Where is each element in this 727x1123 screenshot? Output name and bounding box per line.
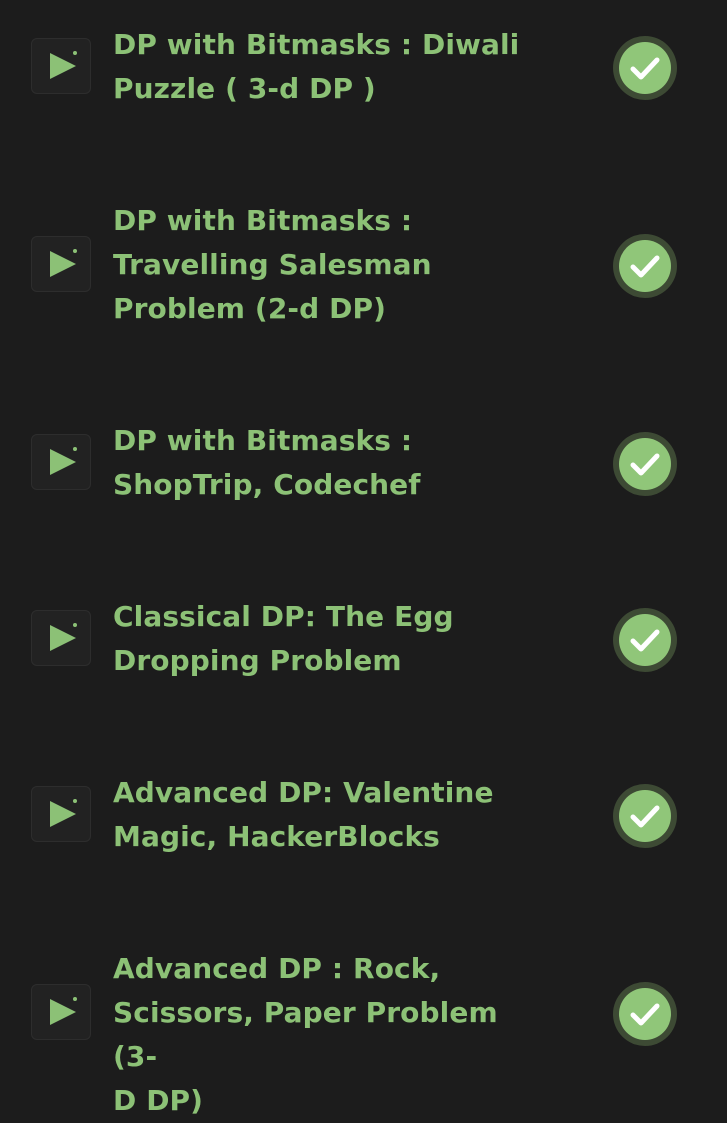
lesson-list: DP with Bitmasks : Diwali Puzzle ( 3-d D… bbox=[0, 0, 727, 1123]
check-circle-icon bbox=[619, 240, 671, 292]
completed-status bbox=[613, 608, 677, 672]
lesson-title[interactable]: Classical DP: The Egg Dropping Problem bbox=[113, 595, 533, 683]
completed-status bbox=[613, 432, 677, 496]
check-circle-icon bbox=[619, 438, 671, 490]
video-play-icon[interactable] bbox=[31, 984, 91, 1040]
video-play-icon[interactable] bbox=[31, 434, 91, 490]
lesson-title[interactable]: DP with Bitmasks : ShopTrip, Codechef bbox=[113, 419, 533, 507]
video-play-icon[interactable] bbox=[31, 38, 91, 94]
completed-status bbox=[613, 982, 677, 1046]
check-circle-icon bbox=[619, 988, 671, 1040]
video-play-icon[interactable] bbox=[31, 236, 91, 292]
lesson-title[interactable]: Advanced DP : Rock, Scissors, Paper Prob… bbox=[113, 947, 533, 1123]
check-circle-icon bbox=[619, 42, 671, 94]
lesson-title[interactable]: DP with Bitmasks : Travelling Salesman P… bbox=[113, 199, 533, 331]
completed-status bbox=[613, 36, 677, 100]
check-circle-icon bbox=[619, 790, 671, 842]
video-play-icon[interactable] bbox=[31, 610, 91, 666]
video-play-icon[interactable] bbox=[31, 786, 91, 842]
completed-status bbox=[613, 784, 677, 848]
lesson-title[interactable]: Advanced DP: Valentine Magic, HackerBloc… bbox=[113, 771, 533, 859]
lesson-title[interactable]: DP with Bitmasks : Diwali Puzzle ( 3-d D… bbox=[113, 23, 533, 111]
check-circle-icon bbox=[619, 614, 671, 666]
completed-status bbox=[613, 234, 677, 298]
